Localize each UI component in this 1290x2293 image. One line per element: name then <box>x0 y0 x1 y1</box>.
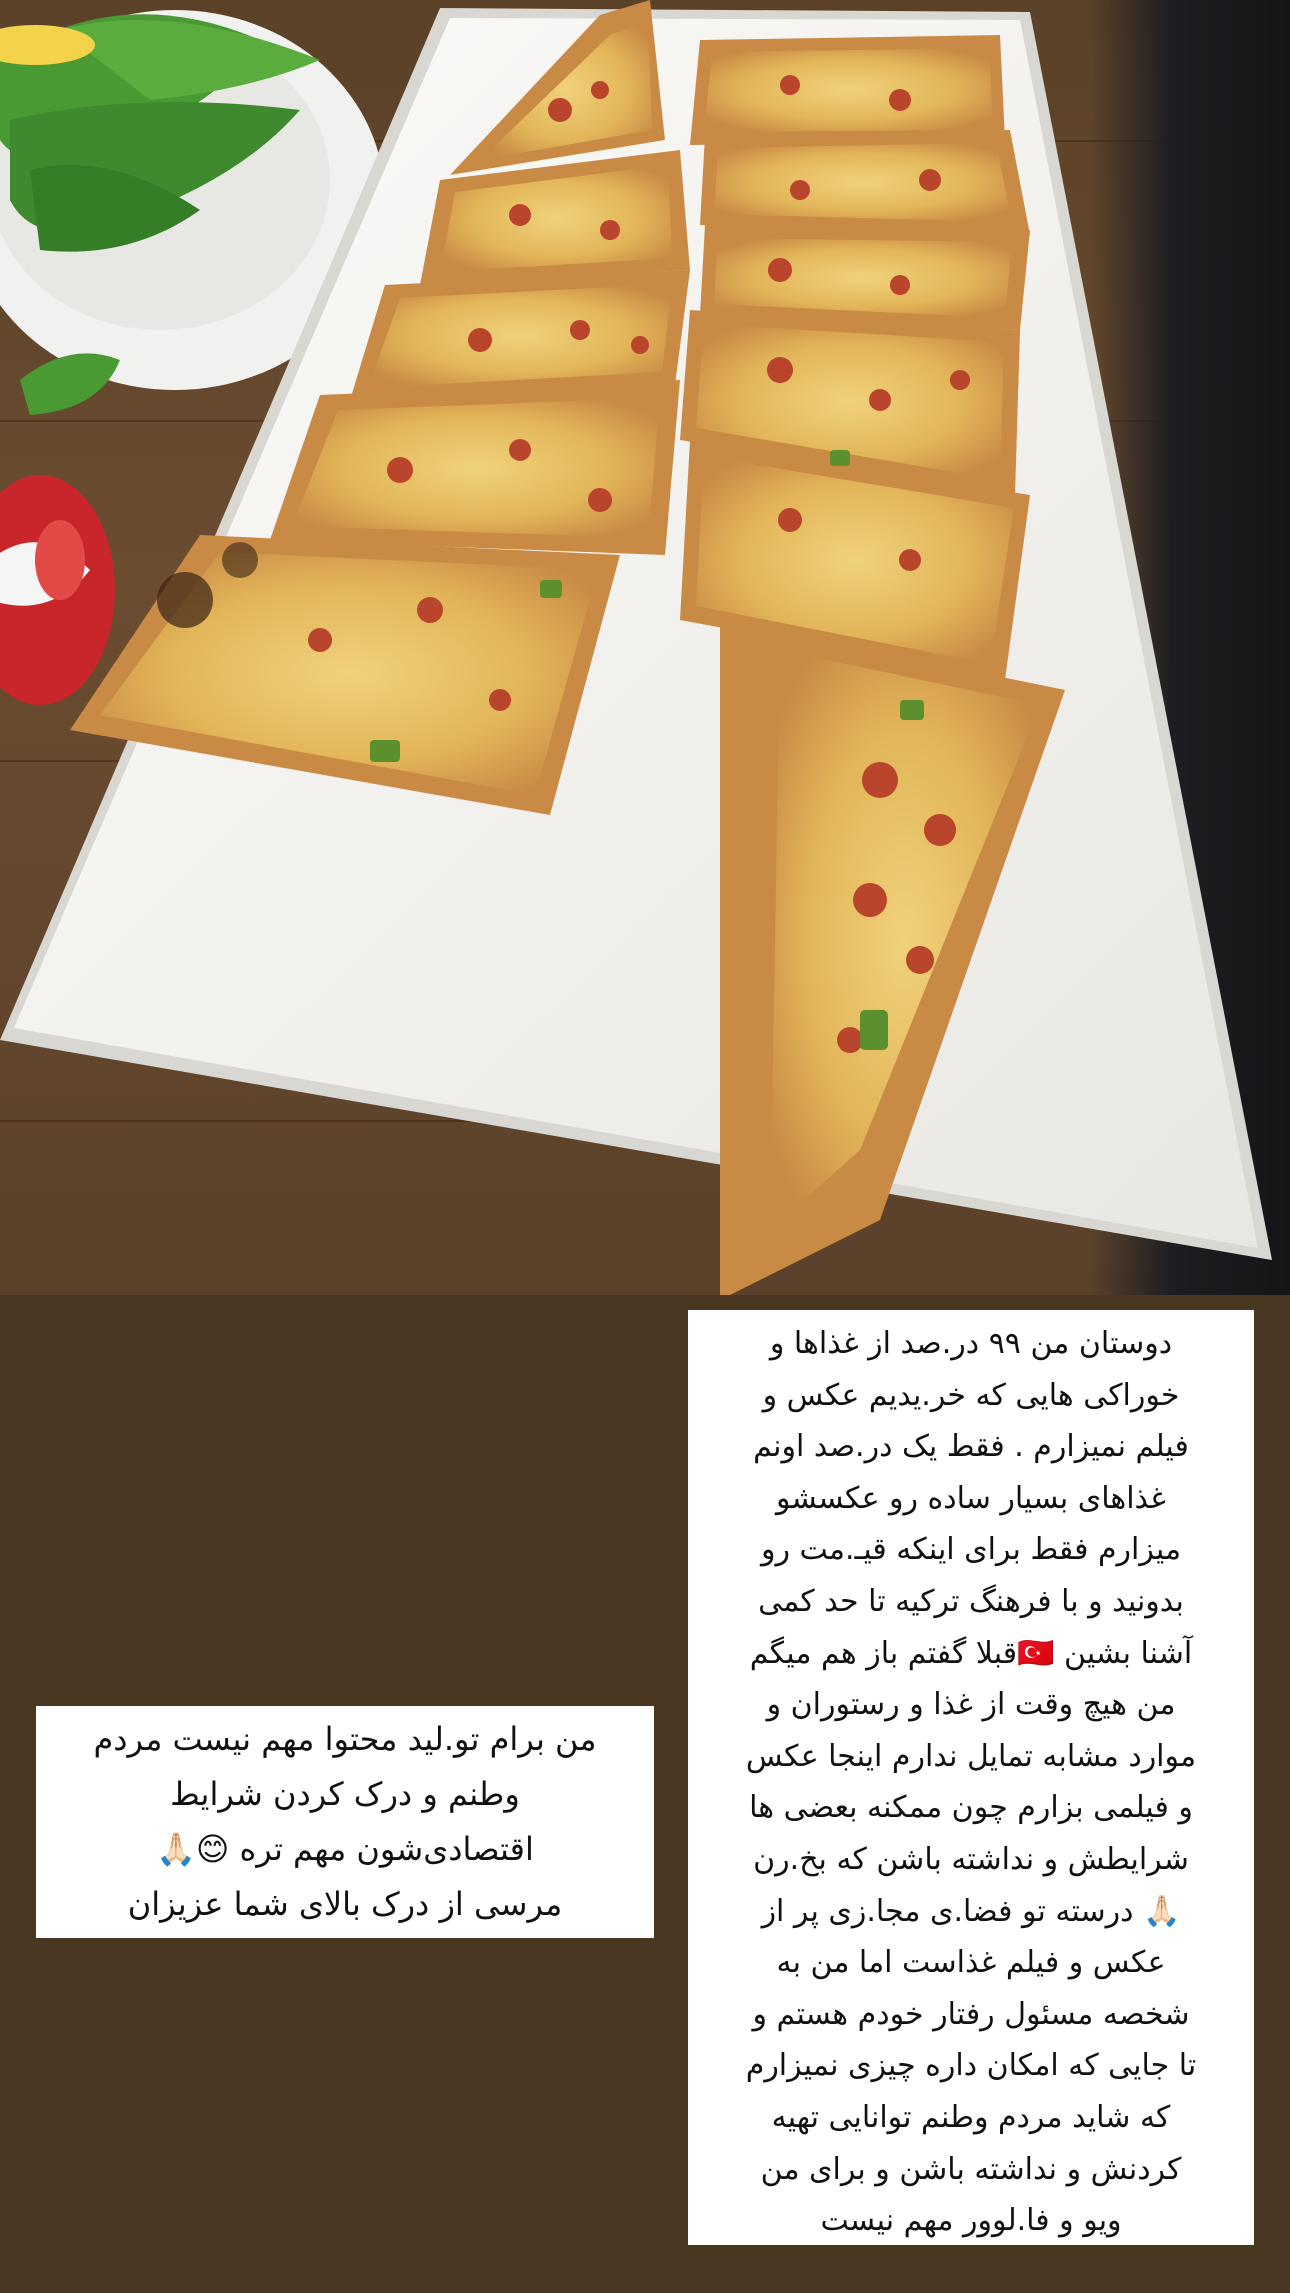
photo-illustration <box>0 0 1272 1295</box>
caption-left-text: من برام تو.لید محتوا مهم نیست مردم وطنم … <box>36 1706 654 1938</box>
red-can <box>0 475 115 705</box>
food-photo <box>0 0 1290 1295</box>
caption-right-text: دوستان من ۹۹ در.صد از غذاها و خوراکی های… <box>688 1310 1254 2245</box>
